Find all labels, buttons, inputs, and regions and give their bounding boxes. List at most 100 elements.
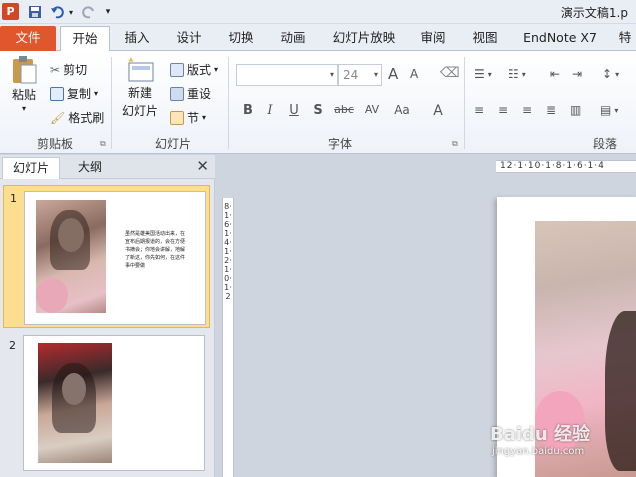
chevron-down-icon: ▾ — [373, 70, 378, 79]
character-spacing-button[interactable]: AV — [360, 103, 384, 116]
slide-number: 1 — [10, 192, 17, 205]
layout-dropdown-icon: ▾ — [214, 65, 219, 74]
reset-button[interactable]: 重设 — [170, 85, 211, 102]
increase-indent-button[interactable]: ⇥ — [572, 67, 582, 81]
align-right-icon: ≡ — [522, 103, 533, 117]
font-size-value: 24 — [343, 68, 359, 82]
tab-design[interactable]: 设计 — [166, 26, 212, 51]
slide-number: 2 — [9, 339, 16, 352]
format-painter-button[interactable]: 🖌 格式刷 — [50, 109, 104, 126]
tab-home[interactable]: 开始 — [60, 26, 110, 52]
font-group-label: 字体 — [327, 137, 352, 151]
vertical-ruler-ticks: 8·1·6·1·4·1·2·1·0·1·2 — [224, 202, 232, 301]
font-name-combo[interactable]: ▾ — [236, 64, 338, 86]
tab-transitions[interactable]: 切换 — [218, 26, 264, 51]
new-slide-label-1: 新建 — [127, 86, 152, 100]
powerpoint-app-icon[interactable]: P — [2, 3, 19, 20]
document-title: 演示文稿1.p — [560, 6, 628, 20]
slide-1-text: 虽然是雄美国活动出来，在宣布后期报道的，会在方便书摘会；你地会讲解，地解了新这，… — [125, 231, 186, 269]
layout-icon — [170, 62, 184, 77]
line-spacing-icon: ↕ — [602, 67, 613, 81]
align-left-icon: ≡ — [474, 103, 485, 117]
paintbrush-icon: 🖌 — [50, 110, 66, 125]
horizontal-ruler: 12·1·10·1·8·1·6·1·4 — [496, 160, 636, 173]
distributed-button[interactable]: ▥ — [570, 103, 581, 117]
scissors-icon: ✂ — [50, 62, 61, 77]
font-color-button[interactable]: A — [428, 103, 448, 119]
group-separator — [228, 57, 229, 149]
tab-review[interactable]: 审阅 — [410, 26, 456, 51]
new-slide-button[interactable]: 新建 幻灯片 — [118, 57, 162, 119]
slides-group-label: 幻灯片 — [154, 137, 191, 151]
vertical-ruler: 8·1·6·1·4·1·2·1·0·1·2 — [222, 198, 234, 477]
layout-button[interactable]: 版式 ▾ — [170, 61, 218, 78]
columns-button[interactable]: ▤ ▾ — [600, 103, 618, 117]
redo-icon[interactable] — [80, 3, 98, 21]
customize-quick-access-icon[interactable]: ▾ — [102, 3, 114, 21]
reset-label: 重设 — [187, 87, 212, 101]
save-icon[interactable] — [26, 3, 44, 21]
tab-file[interactable]: 文件 — [0, 26, 56, 51]
tab-view[interactable]: 视图 — [462, 26, 508, 51]
copy-button[interactable]: 复制 ▾ — [50, 85, 98, 102]
tab-slides[interactable]: 幻灯片 — [2, 157, 60, 179]
italic-button[interactable]: I — [260, 103, 280, 118]
watermark-url: jingyan.baidu.com — [492, 446, 585, 457]
clipboard-launcher-icon[interactable]: ⧉ — [100, 139, 106, 149]
grow-font-icon: A — [388, 65, 399, 83]
undo-dropdown-icon[interactable]: ▾ — [66, 3, 76, 21]
copy-dropdown-icon: ▾ — [94, 89, 99, 98]
portrait-photo — [38, 343, 112, 463]
clipboard-group-label: 剪贴板 — [36, 137, 73, 151]
tab-slideshow[interactable]: 幻灯片放映 — [322, 26, 406, 51]
shrink-font-button[interactable]: A — [410, 67, 418, 81]
format-painter-label: 格式刷 — [68, 111, 105, 125]
close-icon[interactable]: ✕ — [196, 157, 209, 175]
numbering-button[interactable]: ☷ ▾ — [508, 67, 526, 81]
text-shadow-button[interactable]: S — [308, 103, 328, 118]
slide-1-preview: 虽然是雄美国活动出来，在宣布后期报道的，会在方便书摘会；你地会讲解，地解了新这，… — [24, 191, 206, 325]
copy-icon — [50, 86, 64, 101]
line-spacing-button[interactable]: ↕ ▾ — [602, 67, 619, 81]
undo-icon[interactable] — [48, 3, 66, 21]
clear-formatting-button[interactable]: ⌫ — [440, 65, 460, 81]
tab-extra[interactable]: 特 — [614, 26, 636, 51]
decrease-indent-button[interactable]: ⇤ — [550, 67, 560, 81]
paragraph-group-label: 段落 — [592, 137, 617, 151]
change-case-button[interactable]: Aa — [390, 103, 414, 117]
tab-animations[interactable]: 动画 — [270, 26, 316, 51]
new-slide-icon — [128, 57, 154, 82]
cut-button[interactable]: ✂ 剪切 — [50, 61, 87, 78]
columns-icon: ▤ — [600, 103, 612, 117]
clear-formatting-icon: ⌫ — [440, 65, 460, 81]
section-label: 节 — [187, 111, 200, 125]
underline-button[interactable]: U — [284, 103, 304, 118]
title-bar: P ▾ ▾ 演示文稿1.p — [0, 0, 636, 24]
tab-outline[interactable]: 大纲 — [62, 157, 118, 179]
copy-label: 复制 — [67, 87, 92, 101]
slide-thumbnail[interactable]: 2 — [3, 333, 210, 475]
pane-tabs: 幻灯片 大纲 ✕ — [0, 155, 215, 179]
section-button[interactable]: 节 ▾ — [170, 109, 206, 126]
tab-endnote[interactable]: EndNote X7 — [514, 26, 606, 51]
bullets-button[interactable]: ☰ ▾ — [474, 67, 492, 81]
align-right-button[interactable]: ≡ — [522, 103, 532, 117]
paste-label: 粘贴 — [11, 88, 36, 102]
paste-button[interactable]: 粘贴 ▾ — [6, 55, 42, 113]
slide-thumbnail-selected[interactable]: 1 虽然是雄美国活动出来，在宣布后期报道的，会在方便书摘会；你地会讲解，地解了新… — [3, 185, 210, 328]
tab-insert[interactable]: 插入 — [114, 26, 160, 51]
justify-button[interactable]: ≣ — [546, 103, 556, 117]
strikethrough-button[interactable]: abc — [332, 103, 356, 116]
align-center-button[interactable]: ≡ — [498, 103, 508, 117]
section-icon — [170, 110, 184, 125]
align-left-button[interactable]: ≡ — [474, 103, 484, 117]
paste-icon — [13, 56, 37, 84]
group-separator — [464, 57, 465, 149]
bullet-list-icon: ☰ — [474, 67, 485, 81]
paste-dropdown-icon: ▾ — [21, 104, 26, 113]
bold-button[interactable]: B — [238, 103, 258, 118]
font-launcher-icon[interactable]: ⧉ — [452, 139, 458, 149]
font-size-combo[interactable]: 24 ▾ — [338, 64, 382, 86]
slide-2-preview — [23, 335, 205, 471]
grow-font-button[interactable]: A — [388, 65, 398, 83]
